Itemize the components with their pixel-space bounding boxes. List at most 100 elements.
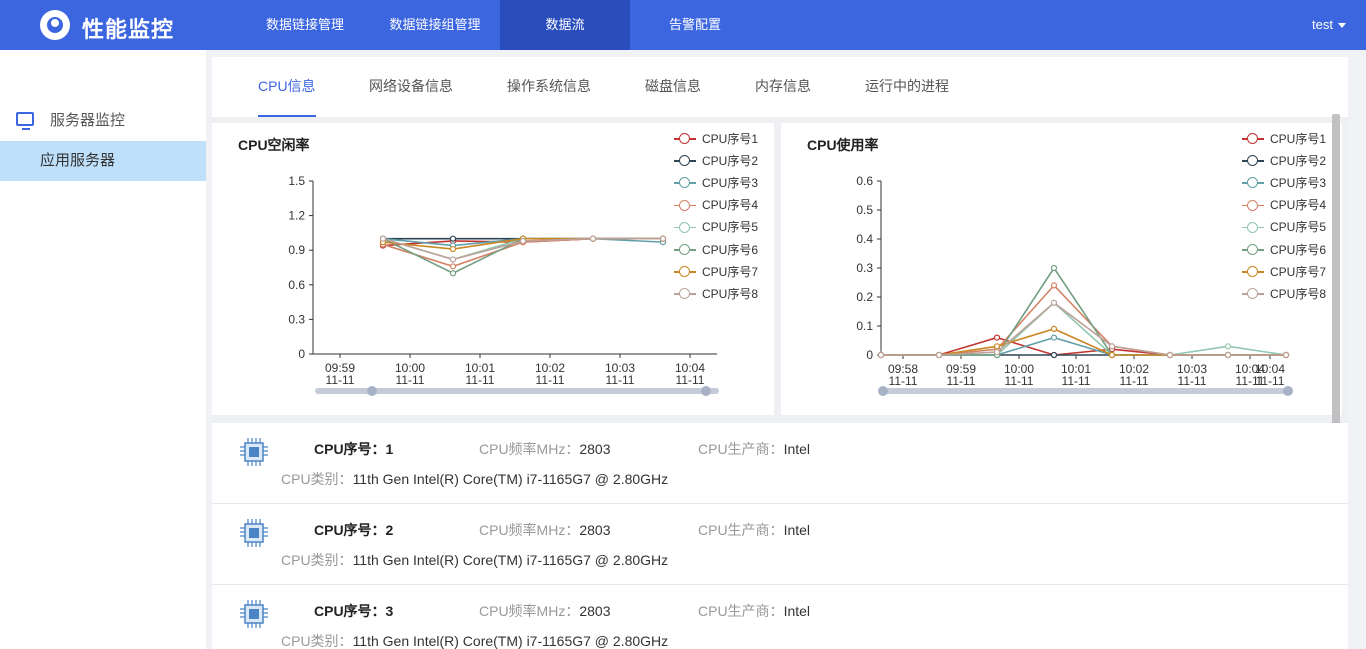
legend-label: CPU序号6 <box>702 242 759 257</box>
data-point <box>1050 325 1058 332</box>
cpu-idle-chart-card: CPU空闲率 1.5 1.2 0.9 0.6 0.3 0 09:59 11-11 10:00 11… <box>212 123 774 415</box>
legend-marker-icon <box>1242 133 1264 145</box>
nav-alert-config[interactable]: 告警配置 <box>630 0 760 50</box>
tab-memory-info[interactable]: 内存信息 <box>755 57 811 117</box>
list-item: CPU序号：2 CPU频率MHz：2803 CPU生产商：Intel CPU类别… <box>212 504 1348 585</box>
cpu-type: CPU类别：11th Gen Intel(R) Core(TM) i7-1165… <box>281 631 668 649</box>
legend-item[interactable]: CPU序号6 <box>1242 238 1342 260</box>
zoom-slider-handle <box>878 386 888 396</box>
legend-item[interactable]: CPU序号2 <box>674 149 774 171</box>
page-scrollbar[interactable] <box>1332 114 1340 454</box>
field-value: 2803 <box>579 441 611 457</box>
y-tick-label: 0.6 <box>288 278 305 292</box>
sidebar: 服务器监控 应用服务器 <box>0 50 206 649</box>
x-tick-label: 11-11 <box>606 373 635 387</box>
data-point <box>1108 343 1116 350</box>
legend-marker-icon <box>1242 244 1264 256</box>
legend-item[interactable]: CPU序号3 <box>1242 171 1342 193</box>
cpu-number: CPU序号：1 <box>314 441 394 457</box>
cpu-chip-icon <box>240 438 268 466</box>
legend-item[interactable]: CPU序号6 <box>674 238 774 260</box>
field-value: Intel <box>783 522 811 538</box>
legend-item[interactable]: CPU序号5 <box>1242 216 1342 238</box>
zoom-slider-handle <box>701 386 711 396</box>
legend-label: CPU序号1 <box>702 131 759 146</box>
legend-marker-icon <box>674 177 696 189</box>
y-tick-label: 0.3 <box>288 312 305 326</box>
legend-marker-icon <box>674 199 696 211</box>
data-point <box>659 235 667 242</box>
legend-marker-icon <box>1242 266 1264 278</box>
legend-item[interactable]: CPU序号2 <box>1242 149 1342 171</box>
field-key: CPU频率MHz： <box>479 603 580 619</box>
y-tick-label: 0.2 <box>856 290 873 304</box>
sidebar-group-server-monitor[interactable]: 服务器监控 <box>0 102 206 140</box>
legend-item[interactable]: CPU序号7 <box>674 260 774 282</box>
tab-disk-info[interactable]: 磁盘信息 <box>645 57 701 117</box>
data-point <box>877 351 885 359</box>
tab-os-info[interactable]: 操作系统信息 <box>507 57 591 117</box>
legend-item[interactable]: CPU序号1 <box>674 127 774 149</box>
legend-item[interactable]: CPU序号8 <box>1242 282 1342 304</box>
top-nav: 数据链接管理 数据链接组管理 数据流 告警配置 <box>240 0 760 50</box>
field-value: 11th Gen Intel(R) Core(TM) i7-1165G7 @ 2… <box>352 471 669 487</box>
nav-data-flow[interactable]: 数据流 <box>500 0 630 50</box>
data-point <box>1224 343 1232 350</box>
legend-marker-icon <box>674 288 696 300</box>
data-point <box>449 245 457 253</box>
data-point <box>589 235 597 242</box>
nav-data-link-group-management[interactable]: 数据链接组管理 <box>370 0 500 50</box>
legend-item[interactable]: CPU序号8 <box>674 282 774 304</box>
list-item: CPU序号：3 CPU频率MHz：2803 CPU生产商：Intel CPU类别… <box>212 585 1348 649</box>
tab-running-processes[interactable]: 运行中的进程 <box>865 57 949 117</box>
legend-label: CPU序号5 <box>702 220 759 235</box>
top-bar: 性能监控 数据链接管理 数据链接组管理 数据流 告警配置 test <box>0 0 1366 50</box>
field-value: Intel <box>783 603 811 619</box>
legend-item[interactable]: CPU序号1 <box>1242 127 1342 149</box>
y-tick-label: 1.5 <box>288 174 305 188</box>
data-point <box>1050 334 1058 341</box>
data-point <box>993 343 1001 350</box>
user-menu[interactable]: test <box>1312 0 1346 50</box>
legend-label: CPU序号6 <box>1270 242 1327 257</box>
field-key: CPU类别： <box>281 552 353 568</box>
cpu-usage-chart-card: CPU使用率 0.6 0.5 0.4 0.3 0.2 0.1 0 09:58 11-11 09:5… <box>781 123 1342 415</box>
legend-item[interactable]: CPU序号4 <box>1242 194 1342 216</box>
legend-marker-icon <box>1242 288 1264 300</box>
tab-cpu-info[interactable]: CPU信息 <box>258 57 316 117</box>
list-item: CPU序号：1 CPU频率MHz：2803 CPU生产商：Intel CPU类别… <box>212 423 1348 504</box>
cpu-vendor: CPU生产商：Intel <box>698 520 810 540</box>
legend-item[interactable]: CPU序号7 <box>1242 260 1342 282</box>
legend-label: CPU序号3 <box>702 175 759 190</box>
legend-label: CPU序号4 <box>1270 198 1327 213</box>
data-point <box>1050 264 1058 272</box>
cpu-number: CPU序号：2 <box>314 522 394 538</box>
data-point <box>1166 351 1174 359</box>
cpu-frequency: CPU频率MHz：2803 <box>479 439 611 459</box>
legend-label: CPU序号2 <box>702 153 759 168</box>
legend-label: CPU序号5 <box>1270 220 1327 235</box>
series-line-4 <box>881 284 1286 356</box>
field-key: CPU生产商： <box>698 441 784 457</box>
x-tick-label: 11-11 <box>1120 374 1149 388</box>
cpu-frequency: CPU频率MHz：2803 <box>479 601 611 621</box>
x-tick-label: 11-11 <box>1005 374 1034 388</box>
legend-item[interactable]: CPU序号3 <box>674 171 774 193</box>
legend-item[interactable]: CPU序号4 <box>674 194 774 216</box>
data-point <box>449 256 457 263</box>
series-line-7 <box>881 328 1286 356</box>
legend-item[interactable]: CPU序号5 <box>674 216 774 238</box>
field-key: CPU类别： <box>281 471 353 487</box>
nav-data-link-management[interactable]: 数据链接管理 <box>240 0 370 50</box>
data-point <box>449 235 457 242</box>
legend-label: CPU序号8 <box>702 286 759 301</box>
legend-label: CPU序号4 <box>702 198 759 213</box>
x-tick-label: 11-11 <box>1062 374 1091 388</box>
tab-network-device-info[interactable]: 网络设备信息 <box>369 57 453 117</box>
x-tick-label: 11-11 <box>889 374 918 388</box>
logo-icon <box>40 10 70 40</box>
field-key: CPU频率MHz： <box>479 441 580 457</box>
x-tick-label: 11-11 <box>947 374 976 388</box>
x-tick-label: 11-11 <box>396 373 425 387</box>
sidebar-item-app-server[interactable]: 应用服务器 <box>0 141 206 181</box>
